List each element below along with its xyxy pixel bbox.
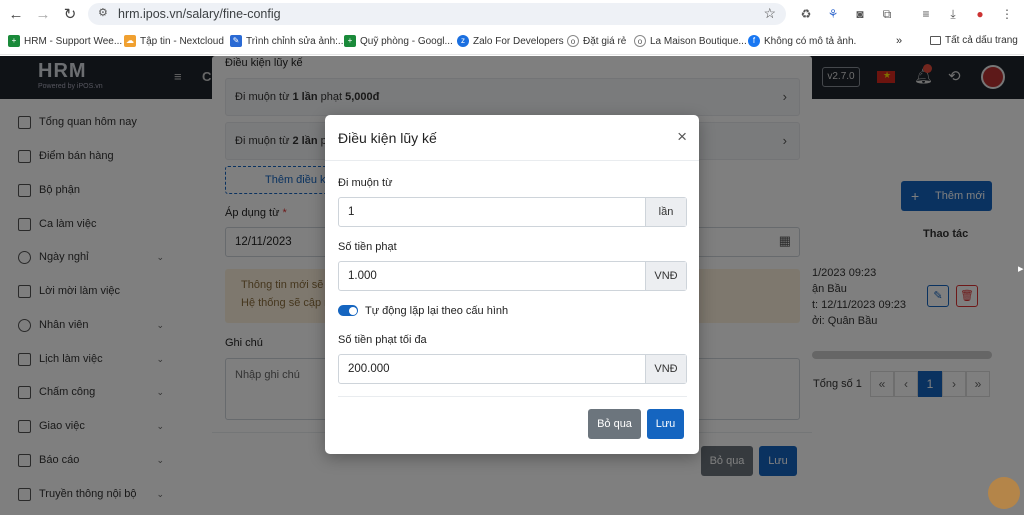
fine-label: Số tiền phạt <box>338 241 397 253</box>
back-icon[interactable]: ← <box>6 5 26 25</box>
support-chat-icon[interactable] <box>988 477 1020 509</box>
bookmark-item[interactable]: ☁ Tập tin - Nextcloud <box>124 35 224 47</box>
modal-title: Điều kiện lũy kế <box>338 130 437 146</box>
bookmark-icon: ✎ <box>230 35 242 47</box>
save-button[interactable]: Lưu <box>647 409 684 439</box>
url-text: hrm.ipos.vn/salary/fine-config <box>118 7 281 21</box>
from-label: Đi muộn từ <box>338 177 393 189</box>
profile-icon[interactable]: ● <box>972 6 988 22</box>
cancel-button[interactable]: Bỏ qua <box>588 409 641 439</box>
bookmark-item[interactable]: f Không có mô tả ảnh. <box>748 35 856 47</box>
reload-icon[interactable]: ↻ <box>60 5 80 25</box>
extension-icon[interactable]: ♻ <box>798 6 814 22</box>
close-icon[interactable]: × <box>677 128 687 145</box>
bookmarks-bar: + HRM - Support Wee... ☁ Tập tin - Nextclo… <box>0 29 1024 55</box>
browser-toolbar: ← → ↻ ⚙ hrm.ipos.vn/salary/fine-config ☆… <box>0 0 1024 29</box>
address-bar[interactable]: ⚙ hrm.ipos.vn/salary/fine-config ☆ <box>88 3 786 25</box>
bookmark-item[interactable]: o La Maison Boutique... <box>634 35 747 47</box>
bookmark-label: HRM - Support Wee... <box>24 35 123 47</box>
mouse-cursor-icon: ▸ <box>1018 263 1024 275</box>
auto-repeat-toggle[interactable] <box>338 305 358 316</box>
from-count-unit: lần <box>645 198 686 226</box>
max-fine-label: Số tiền phạt tối đa <box>338 334 427 346</box>
menu-dots-icon[interactable]: ⋮ <box>999 6 1015 22</box>
auto-repeat-label: Tự động lặp lại theo cấu hình <box>365 305 509 317</box>
reading-list-icon[interactable]: ≡ <box>918 6 934 22</box>
bookmark-label: Trình chỉnh sửa ảnh:... <box>246 35 347 47</box>
bookmark-icon: z <box>457 35 469 47</box>
bookmark-item[interactable]: ✎ Trình chỉnh sửa ảnh:... <box>230 35 346 47</box>
from-count-input[interactable]: 1 lần <box>338 197 687 227</box>
modal-header: Điều kiện lũy kế × <box>325 115 699 161</box>
star-icon[interactable]: ☆ <box>763 5 776 22</box>
bookmark-label: Zalo For Developers <box>473 35 564 47</box>
bookmark-icon: ☁ <box>124 35 136 47</box>
bookmark-item[interactable]: + HRM - Support Wee... <box>8 35 122 47</box>
condition-modal: Điều kiện lũy kế × Đi muộn từ 1 lần Số t… <box>325 115 699 454</box>
forward-icon[interactable]: → <box>33 5 53 25</box>
bookmark-label: La Maison Boutique... <box>650 35 747 47</box>
puzzle-icon[interactable]: ⧉ <box>879 6 895 22</box>
bookmark-label: Đặt giá rẻ <box>583 35 627 47</box>
bookmark-label: Tập tin - Nextcloud <box>140 35 224 47</box>
from-count-value: 1 <box>348 206 355 218</box>
fine-amount-value: 1.000 <box>348 270 377 282</box>
bookmark-icon: o <box>634 35 646 47</box>
more-bookmarks-icon[interactable]: » <box>896 35 902 47</box>
site-settings-icon[interactable]: ⚙ <box>98 6 108 19</box>
facebook-icon: f <box>748 35 760 47</box>
modal-divider <box>338 396 687 397</box>
bookmark-item[interactable]: z Zalo For Developers <box>457 35 564 47</box>
bookmark-icon: o <box>567 35 579 47</box>
camera-icon[interactable]: ◙ <box>852 6 868 22</box>
max-fine-value: 200.000 <box>348 363 390 375</box>
download-icon[interactable]: ⤓ <box>945 6 961 22</box>
extension-icon[interactable]: ⚘ <box>825 6 841 22</box>
bookmark-item[interactable]: + Quỹ phòng - Googl... <box>344 35 453 47</box>
fine-amount-input[interactable]: 1.000 VNĐ <box>338 261 687 291</box>
bookmark-icon: + <box>8 35 20 47</box>
max-fine-currency: VNĐ <box>645 355 686 383</box>
bookmark-label: Quỹ phòng - Googl... <box>360 35 453 47</box>
folder-icon <box>930 36 941 45</box>
bookmark-item[interactable]: o Đặt giá rẻ <box>567 35 626 47</box>
all-bookmarks-label: Tất cả dấu trang <box>945 35 1018 46</box>
max-fine-input[interactable]: 200.000 VNĐ <box>338 354 687 384</box>
fine-currency: VNĐ <box>645 262 686 290</box>
all-bookmarks[interactable]: Tất cả dấu trang <box>930 35 1018 46</box>
bookmark-label: Không có mô tả ảnh. <box>764 35 857 47</box>
bookmark-icon: + <box>344 35 356 47</box>
